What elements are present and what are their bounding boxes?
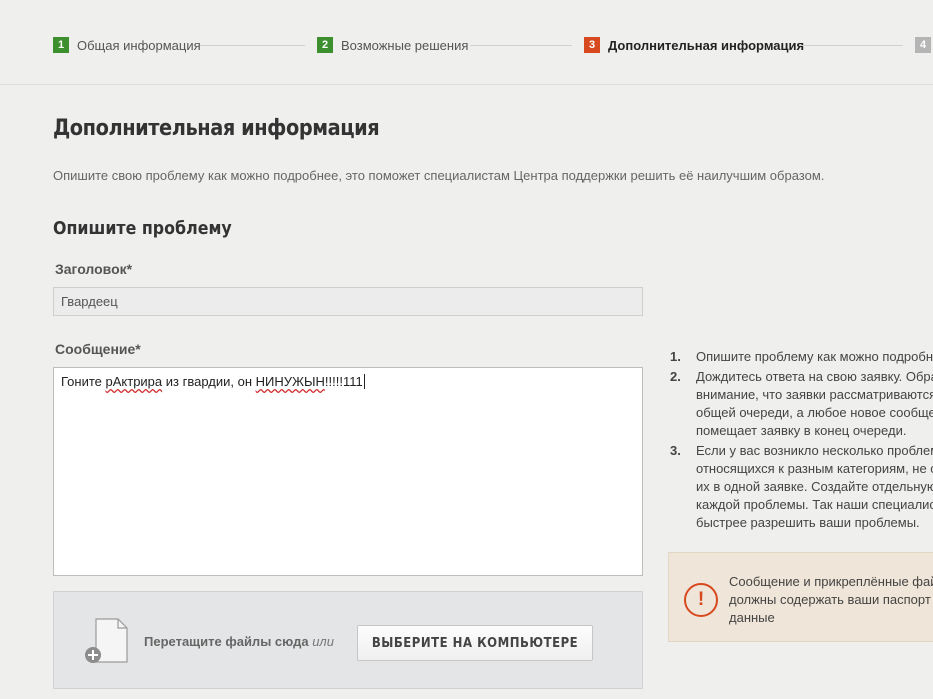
tip-line: Дождитесь ответа на свою заявку. Обра — [696, 369, 933, 384]
warning-box: ! Сообщение и прикреплённые фай должны с… — [668, 552, 933, 642]
tip-line: Если у вас возникло несколько проблем — [696, 443, 933, 458]
tip-line: быстрее разрешить ваши проблемы. — [696, 515, 920, 530]
tip-line: внимание, что заявки рассматриваются — [696, 387, 933, 402]
step-connector — [800, 45, 903, 46]
subject-label: Заголовок* — [55, 261, 133, 277]
exclamation-icon: ! — [684, 583, 718, 617]
step-general-info[interactable]: 1 Общая информация — [53, 37, 201, 53]
subject-input[interactable]: Гвардеец — [53, 287, 643, 316]
tip-line: помещает заявку в конец очереди. — [696, 423, 907, 438]
step-label: Дополнительная информация — [608, 37, 805, 53]
warning-line: Сообщение и прикреплённые фай — [729, 574, 933, 589]
drop-hint-text: Перетащите файлы сюда — [144, 634, 309, 649]
step-possible-solutions[interactable]: 2 Возможные решения — [317, 37, 468, 53]
step-number: 4 — [915, 37, 931, 53]
message-text: Гоните — [61, 374, 106, 389]
step-number: 3 — [584, 37, 600, 53]
tip-number: 3. — [670, 443, 681, 458]
step-label: Общая информация — [77, 37, 201, 53]
step-four: 4 — [915, 37, 933, 53]
warning-line: должны содержать ваши паспорт — [729, 592, 931, 607]
message-text: !!!!!111 — [324, 374, 363, 389]
message-textarea[interactable]: Гоните рАктрира из гвардии, он НИНУЖЫН!!… — [53, 367, 643, 576]
tips-list: 1. Опишите проблему как можно подробн 2.… — [668, 348, 933, 534]
section-title: Опишите проблему — [53, 218, 232, 239]
misspelled-word: НИНУЖЫН — [255, 374, 325, 389]
text-caret — [363, 374, 365, 389]
tip-number: 1. — [670, 349, 681, 364]
step-connector — [200, 45, 305, 46]
step-number: 1 — [53, 37, 69, 53]
warning-text: Сообщение и прикреплённые фай должны сод… — [729, 573, 933, 627]
tip-item: 1. Опишите проблему как можно подробн — [668, 348, 933, 366]
file-dropzone[interactable]: Перетащите файлы сюда или ВЫБЕРИТЕ НА КО… — [53, 591, 643, 689]
tip-line: относящихся к разным категориям, не с — [696, 461, 933, 476]
step-connector — [470, 45, 572, 46]
tip-number: 2. — [670, 369, 681, 384]
page-title: Дополнительная информация — [53, 116, 380, 141]
browse-computer-button[interactable]: ВЫБЕРИТЕ НА КОМПЬЮТЕРЕ — [357, 625, 593, 661]
drop-hint-or: или — [312, 634, 334, 649]
tip-line: Опишите проблему как можно подробн — [696, 349, 933, 364]
step-label: Возможные решения — [341, 37, 469, 53]
drop-hint: Перетащите файлы сюда или — [144, 634, 334, 649]
step-additional-info: 3 Дополнительная информация — [584, 37, 804, 53]
tip-item: 3. Если у вас возникло несколько проблем… — [668, 442, 933, 532]
tip-item: 2. Дождитесь ответа на свою заявку. Обра… — [668, 368, 933, 440]
progress-steps: 1 Общая информация 2 Возможные решения 3… — [0, 0, 933, 85]
file-add-icon — [85, 618, 128, 663]
message-text: из гвардии, он — [162, 374, 256, 389]
misspelled-word: рАктрира — [105, 374, 163, 389]
warning-line: данные — [729, 610, 775, 625]
tip-line: каждой проблемы. Так наши специалис — [696, 497, 933, 512]
page-description: Опишите свою проблему как можно подробне… — [53, 168, 825, 183]
tip-line: общей очереди, а любое новое сообще — [696, 405, 933, 420]
tip-line: их в одной заявке. Создайте отдельную — [696, 479, 933, 494]
step-number: 2 — [317, 37, 333, 53]
message-label: Сообщение* — [55, 341, 141, 357]
